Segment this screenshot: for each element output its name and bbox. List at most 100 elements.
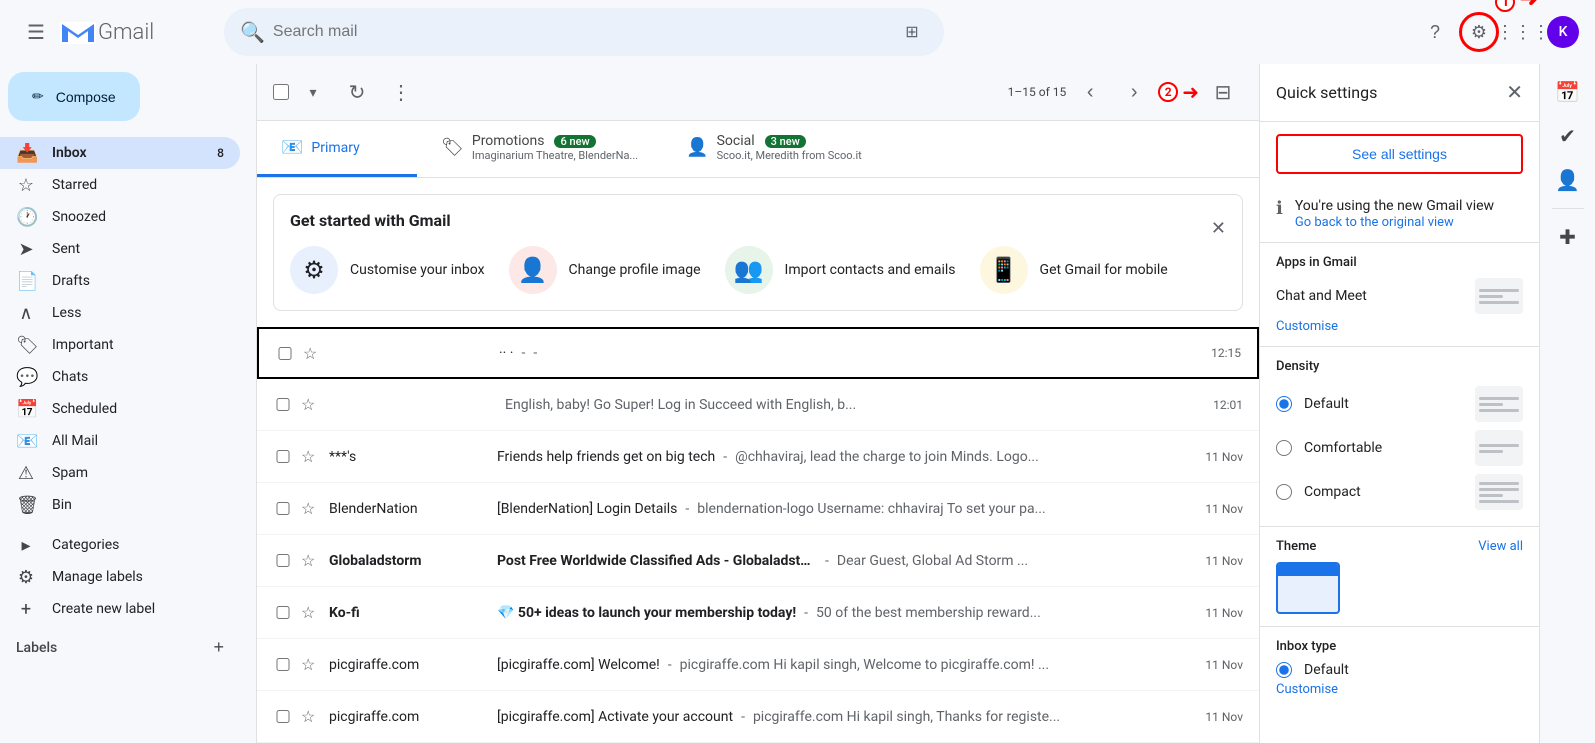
customise-link[interactable]: Customise — [1276, 319, 1338, 334]
sidebar-item-bin[interactable]: 🗑 Bin — [0, 489, 240, 521]
email-row[interactable]: ☆ Globaladstorm Post Free Worldwide Clas… — [257, 535, 1259, 587]
email-checkbox[interactable] — [273, 554, 293, 567]
more-options-button[interactable]: ⋮ — [381, 72, 421, 112]
email-subject: Post Free Worldwide Classified Ads - Glo… — [497, 553, 817, 569]
info-icon: ℹ — [1276, 198, 1283, 219]
inbox-badge: 8 — [217, 146, 224, 160]
sidebar-item-sent[interactable]: ➤ Sent — [0, 233, 240, 265]
search-input[interactable] — [273, 23, 888, 41]
sidebar-item-important[interactable]: 🏷 Important — [0, 329, 240, 361]
email-checkbox[interactable] — [275, 347, 295, 360]
email-content-row: Post Free Worldwide Classified Ads - Glo… — [497, 553, 1197, 569]
star-icon[interactable]: ☆ — [301, 447, 321, 466]
manage-labels-icon: ⚙ — [16, 567, 36, 588]
search-options-button[interactable]: ⊞ — [896, 16, 928, 48]
add-label-button[interactable]: + — [213, 637, 224, 658]
sidebar-item-scheduled[interactable]: 📅 Scheduled — [0, 393, 240, 425]
email-preview: blendernation-logo Username: chhaviraj T… — [697, 501, 1045, 517]
compose-button[interactable]: ✏ Compose — [8, 72, 140, 121]
gs-item-import[interactable]: 👥 Import contacts and emails — [725, 246, 956, 294]
gs-item-mobile[interactable]: 📱 Get Gmail for mobile — [980, 246, 1168, 294]
star-icon[interactable]: ☆ — [301, 395, 321, 414]
email-checkbox[interactable] — [273, 502, 293, 515]
avatar[interactable]: K — [1547, 16, 1579, 48]
email-checkbox[interactable] — [273, 398, 293, 411]
right-sidebar: 📅 ✔ 👤 ✚ — [1539, 64, 1595, 743]
next-page-button[interactable]: › — [1114, 72, 1154, 112]
gs-item-profile[interactable]: 👤 Change profile image — [509, 246, 701, 294]
star-icon[interactable]: ☆ — [301, 551, 321, 570]
select-all-checkbox[interactable] — [273, 84, 289, 100]
refresh-button[interactable]: ↻ — [337, 72, 377, 112]
email-preview: English, baby! Go Super! Log in Succeed … — [505, 397, 856, 413]
sidebar-item-drafts[interactable]: 📄 Drafts — [0, 265, 240, 297]
sidebar-item-inbox[interactable]: 📥 Inbox 8 — [0, 137, 240, 169]
customise-inbox-link[interactable]: Customise — [1276, 682, 1523, 697]
right-sidebar-calendar-icon[interactable]: 📅 — [1548, 72, 1588, 112]
chat-meet-row: Chat and Meet — [1276, 278, 1523, 314]
qs-close-button[interactable]: ✕ — [1506, 80, 1523, 105]
prev-page-button[interactable]: ‹ — [1070, 72, 1110, 112]
density-default-radio[interactable] — [1276, 396, 1292, 412]
star-icon[interactable]: ☆ — [301, 707, 321, 726]
email-row[interactable]: ☆ Ko-fi 💎 50+ ideas to launch your membe… — [257, 587, 1259, 639]
star-icon[interactable]: ☆ — [301, 603, 321, 622]
sidebar-item-manage-labels[interactable]: ⚙ Manage labels — [0, 561, 240, 593]
labels-header: Labels + — [0, 633, 240, 662]
apps-button[interactable]: ⋮⋮⋮ — [1503, 12, 1543, 52]
email-checkbox[interactable] — [273, 450, 293, 463]
all-mail-icon: 📧 — [16, 431, 36, 452]
star-icon[interactable]: ☆ — [301, 499, 321, 518]
tab-promotions[interactable]: 🏷 Promotions 6 new Imaginarium Theatre, … — [417, 121, 662, 177]
sidebar-item-starred[interactable]: ☆ Starred — [0, 169, 240, 201]
tab-primary[interactable]: 📧 Primary — [257, 121, 417, 177]
gs-item-customise[interactable]: ⚙ Customise your inbox — [290, 246, 485, 294]
density-comfortable-radio[interactable] — [1276, 440, 1292, 456]
close-get-started-button[interactable]: ✕ — [1211, 218, 1226, 239]
settings-button[interactable]: ⚙ — [1459, 12, 1499, 52]
right-sidebar-tasks-icon[interactable]: ✔ — [1548, 116, 1588, 156]
tab-social[interactable]: 👤 Social 3 new Scoo.it, Meredith from Sc… — [662, 121, 886, 177]
right-sidebar-contacts-icon[interactable]: 👤 — [1548, 160, 1588, 200]
help-button[interactable]: ? — [1415, 12, 1455, 52]
star-icon[interactable]: ☆ — [301, 655, 321, 674]
star-icon[interactable]: ☆ — [303, 344, 323, 363]
email-checkbox[interactable] — [273, 658, 293, 671]
email-row[interactable]: ☆ BlenderNation [BlenderNation] Login De… — [257, 483, 1259, 535]
important-label: Important — [52, 337, 114, 353]
sidebar-item-chats[interactable]: 💬 Chats — [0, 361, 240, 393]
search-bar[interactable]: 🔍 ⊞ — [224, 8, 944, 56]
density-compact-radio[interactable] — [1276, 484, 1292, 500]
right-sidebar-add-icon[interactable]: ✚ — [1548, 217, 1588, 257]
step1-annotation: 1 ➜ — [1495, 0, 1539, 12]
view-all-link[interactable]: View all — [1478, 539, 1523, 554]
sidebar-item-spam[interactable]: ⚠ Spam — [0, 457, 240, 489]
inbox-default-radio[interactable] — [1276, 662, 1292, 678]
email-sender: BlenderNation — [329, 501, 489, 517]
email-checkbox[interactable] — [273, 710, 293, 723]
select-dropdown-button[interactable]: ▾ — [293, 72, 333, 112]
go-back-link[interactable]: Go back to the original view — [1295, 215, 1454, 230]
see-all-settings-button[interactable]: See all settings — [1276, 134, 1523, 174]
email-row[interactable]: ☆ English, baby! Go Super! Log in Succee… — [257, 379, 1259, 431]
filter-button[interactable]: ⊟ — [1203, 72, 1243, 112]
menu-button[interactable]: ☰ — [16, 12, 56, 52]
email-row[interactable]: ☆ picgiraffe.com [picgiraffe.com] Activa… — [257, 691, 1259, 743]
email-time: 12:15 — [1211, 346, 1241, 360]
email-row[interactable]: ☆ ·· · - - 12:15 — [257, 327, 1259, 379]
density-comfortable-preview — [1475, 430, 1523, 466]
email-checkbox[interactable] — [273, 606, 293, 619]
theme-preview[interactable] — [1276, 562, 1340, 614]
sidebar-item-categories[interactable]: ▸ Categories — [0, 529, 240, 561]
email-row[interactable]: ☆ picgiraffe.com [picgiraffe.com] Welcom… — [257, 639, 1259, 691]
promotions-badge: 6 new — [554, 135, 595, 148]
sidebar-item-snoozed[interactable]: 🕐 Snoozed — [0, 201, 240, 233]
theme-section: Theme View all — [1260, 527, 1539, 626]
email-row[interactable]: ☆ ***'s Friends help friends get on big … — [257, 431, 1259, 483]
sidebar-item-create-label[interactable]: + Create new label — [0, 593, 240, 625]
view-notice-text: You're using the new Gmail view — [1295, 198, 1494, 214]
sidebar-item-less[interactable]: ∧ Less — [0, 297, 240, 329]
menu-icon: ☰ — [27, 20, 45, 45]
sidebar-item-all-mail[interactable]: 📧 All Mail — [0, 425, 240, 457]
gmail-logo[interactable]: Gmail — [60, 18, 154, 46]
